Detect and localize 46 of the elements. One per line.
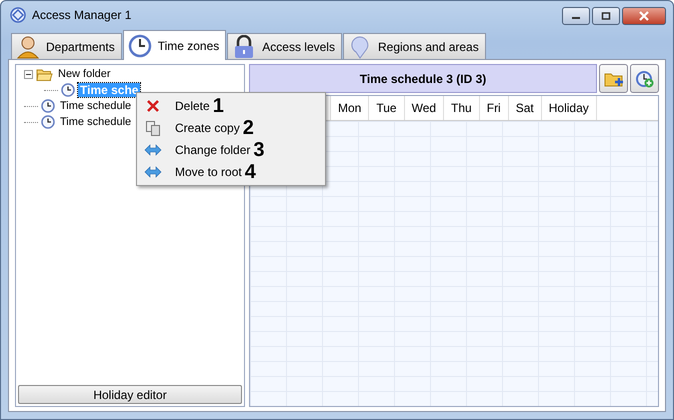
close-button[interactable] xyxy=(622,7,666,25)
tree-item[interactable]: Time schedule xyxy=(58,116,134,128)
minimize-button[interactable] xyxy=(562,7,590,25)
annotation-number: 4 xyxy=(244,162,256,182)
column-header: Tue xyxy=(369,96,405,120)
holiday-editor-button[interactable]: Holiday editor xyxy=(18,385,242,404)
clock-icon xyxy=(128,34,152,58)
clock-add-icon xyxy=(634,68,654,88)
annotation-number: 1 xyxy=(212,96,224,116)
close-icon xyxy=(638,11,650,21)
column-header: Thu xyxy=(444,96,480,120)
maximize-icon xyxy=(601,12,611,20)
clock-icon xyxy=(41,99,55,113)
tree-item[interactable]: New folder xyxy=(56,68,113,80)
maximize-button[interactable] xyxy=(592,7,620,25)
clock-icon xyxy=(41,115,55,129)
double-arrow-icon xyxy=(144,143,162,157)
annotation-number: 3 xyxy=(253,140,265,160)
app-icon xyxy=(10,7,26,23)
add-folder-button[interactable] xyxy=(599,64,628,93)
column-header: Holiday xyxy=(542,96,597,120)
clock-icon xyxy=(61,83,75,97)
annotation-number: 2 xyxy=(242,118,254,138)
minus-icon xyxy=(24,70,33,78)
tab[interactable]: Regions and areas xyxy=(342,33,486,59)
column-header: Wed xyxy=(404,96,444,120)
menu-item[interactable]: Delete 1 xyxy=(139,95,323,117)
folder-icon xyxy=(36,66,53,82)
schedule-title: Time schedule 3 (ID 3) xyxy=(249,64,597,93)
tab[interactable]: Access levels xyxy=(227,33,342,59)
tab[interactable]: Time zones xyxy=(122,30,226,60)
column-header: Mon xyxy=(331,96,370,120)
add-schedule-button[interactable] xyxy=(630,64,659,93)
menu-item[interactable]: Change folder 3 xyxy=(139,139,323,161)
tree-item[interactable]: Time schedule xyxy=(58,100,134,112)
double-arrow-icon xyxy=(144,165,162,179)
column-header: Sat xyxy=(508,96,542,120)
person-icon xyxy=(16,34,40,58)
column-header: Fri xyxy=(480,96,509,120)
menu-item[interactable]: Create copy 2 xyxy=(139,117,323,139)
tab[interactable]: Departments xyxy=(11,33,122,59)
collapse-toggle[interactable] xyxy=(24,70,33,78)
delete-icon xyxy=(145,98,161,114)
window-title: Access Manager 1 xyxy=(32,8,132,22)
menu-item[interactable]: Move to root 4 xyxy=(139,161,323,183)
copy-icon xyxy=(145,120,161,136)
